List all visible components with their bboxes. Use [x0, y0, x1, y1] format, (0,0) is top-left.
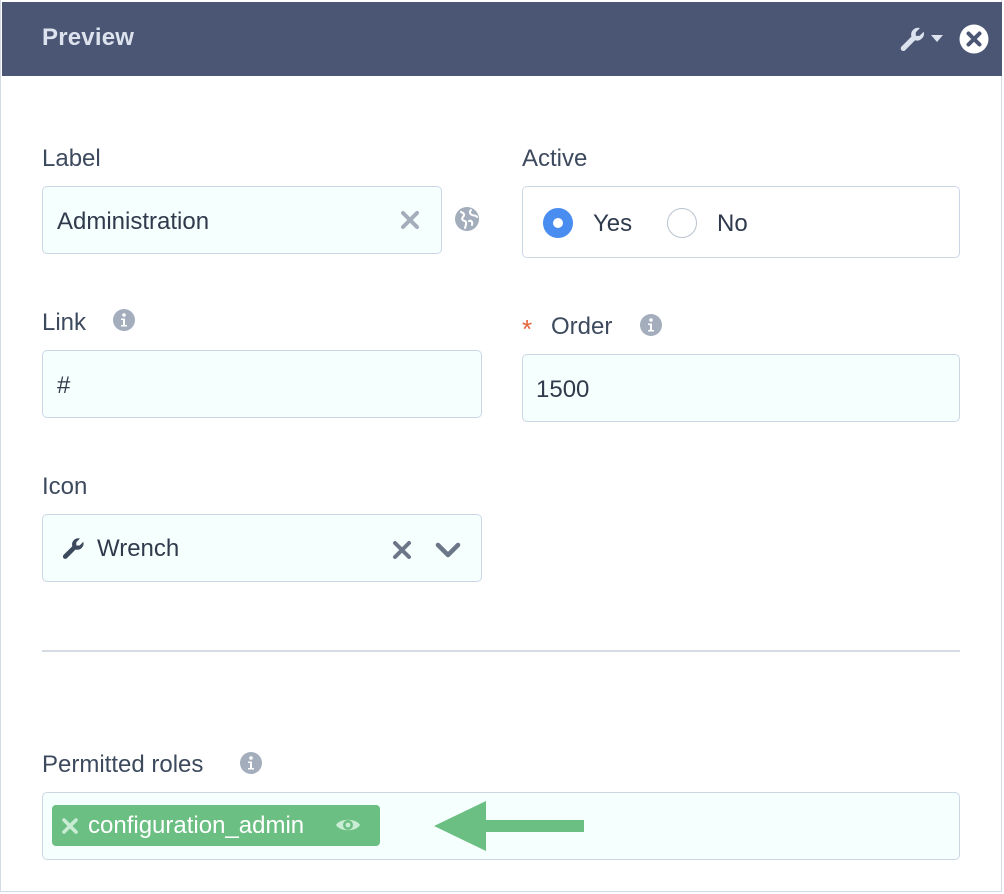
wrench-icon — [62, 538, 84, 559]
info-circle-icon[interactable] — [240, 752, 262, 774]
required-mark: * — [522, 314, 533, 344]
chevron-down-icon[interactable] — [435, 539, 461, 561]
role-tag[interactable]: configuration_admin — [52, 805, 380, 846]
info-circle-icon[interactable] — [113, 309, 135, 331]
label-input[interactable]: Administration — [42, 186, 442, 254]
order-input[interactable]: 1500 — [522, 354, 960, 422]
link-caption: Link — [42, 309, 87, 336]
x-icon[interactable] — [61, 817, 79, 835]
x-icon[interactable] — [391, 539, 413, 561]
info-circle-icon[interactable] — [640, 314, 662, 336]
link-input[interactable]: # — [42, 350, 482, 418]
icon-caption: Icon — [42, 473, 88, 500]
arrow-left-icon — [434, 801, 584, 851]
section-divider — [42, 650, 960, 652]
radio-yes-label[interactable]: Yes — [593, 210, 632, 238]
close-circle-icon[interactable] — [959, 24, 989, 54]
link-input-value: # — [57, 372, 71, 399]
radio-no-label[interactable]: No — [717, 210, 748, 238]
radio-yes[interactable] — [543, 208, 573, 238]
label-caption: Label — [42, 145, 101, 172]
eye-icon[interactable] — [334, 815, 362, 835]
label-input-value: Administration — [57, 208, 210, 235]
panel-header: Preview — [2, 2, 1002, 76]
icon-select[interactable]: Wrench — [42, 514, 482, 582]
role-tag-label: configuration_admin — [88, 812, 305, 839]
active-radio-group: Yes No — [522, 186, 960, 258]
wrench-dropdown-icon[interactable] — [900, 24, 946, 52]
icon-select-value: Wrench — [97, 535, 180, 562]
active-caption: Active — [522, 145, 588, 172]
roles-caption: Permitted roles — [42, 751, 204, 778]
panel-title: Preview — [42, 24, 135, 51]
order-caption: Order — [551, 313, 613, 340]
globe-icon[interactable] — [454, 206, 480, 232]
order-input-value: 1500 — [536, 376, 590, 403]
x-icon[interactable] — [399, 209, 421, 231]
radio-no[interactable] — [667, 208, 697, 238]
